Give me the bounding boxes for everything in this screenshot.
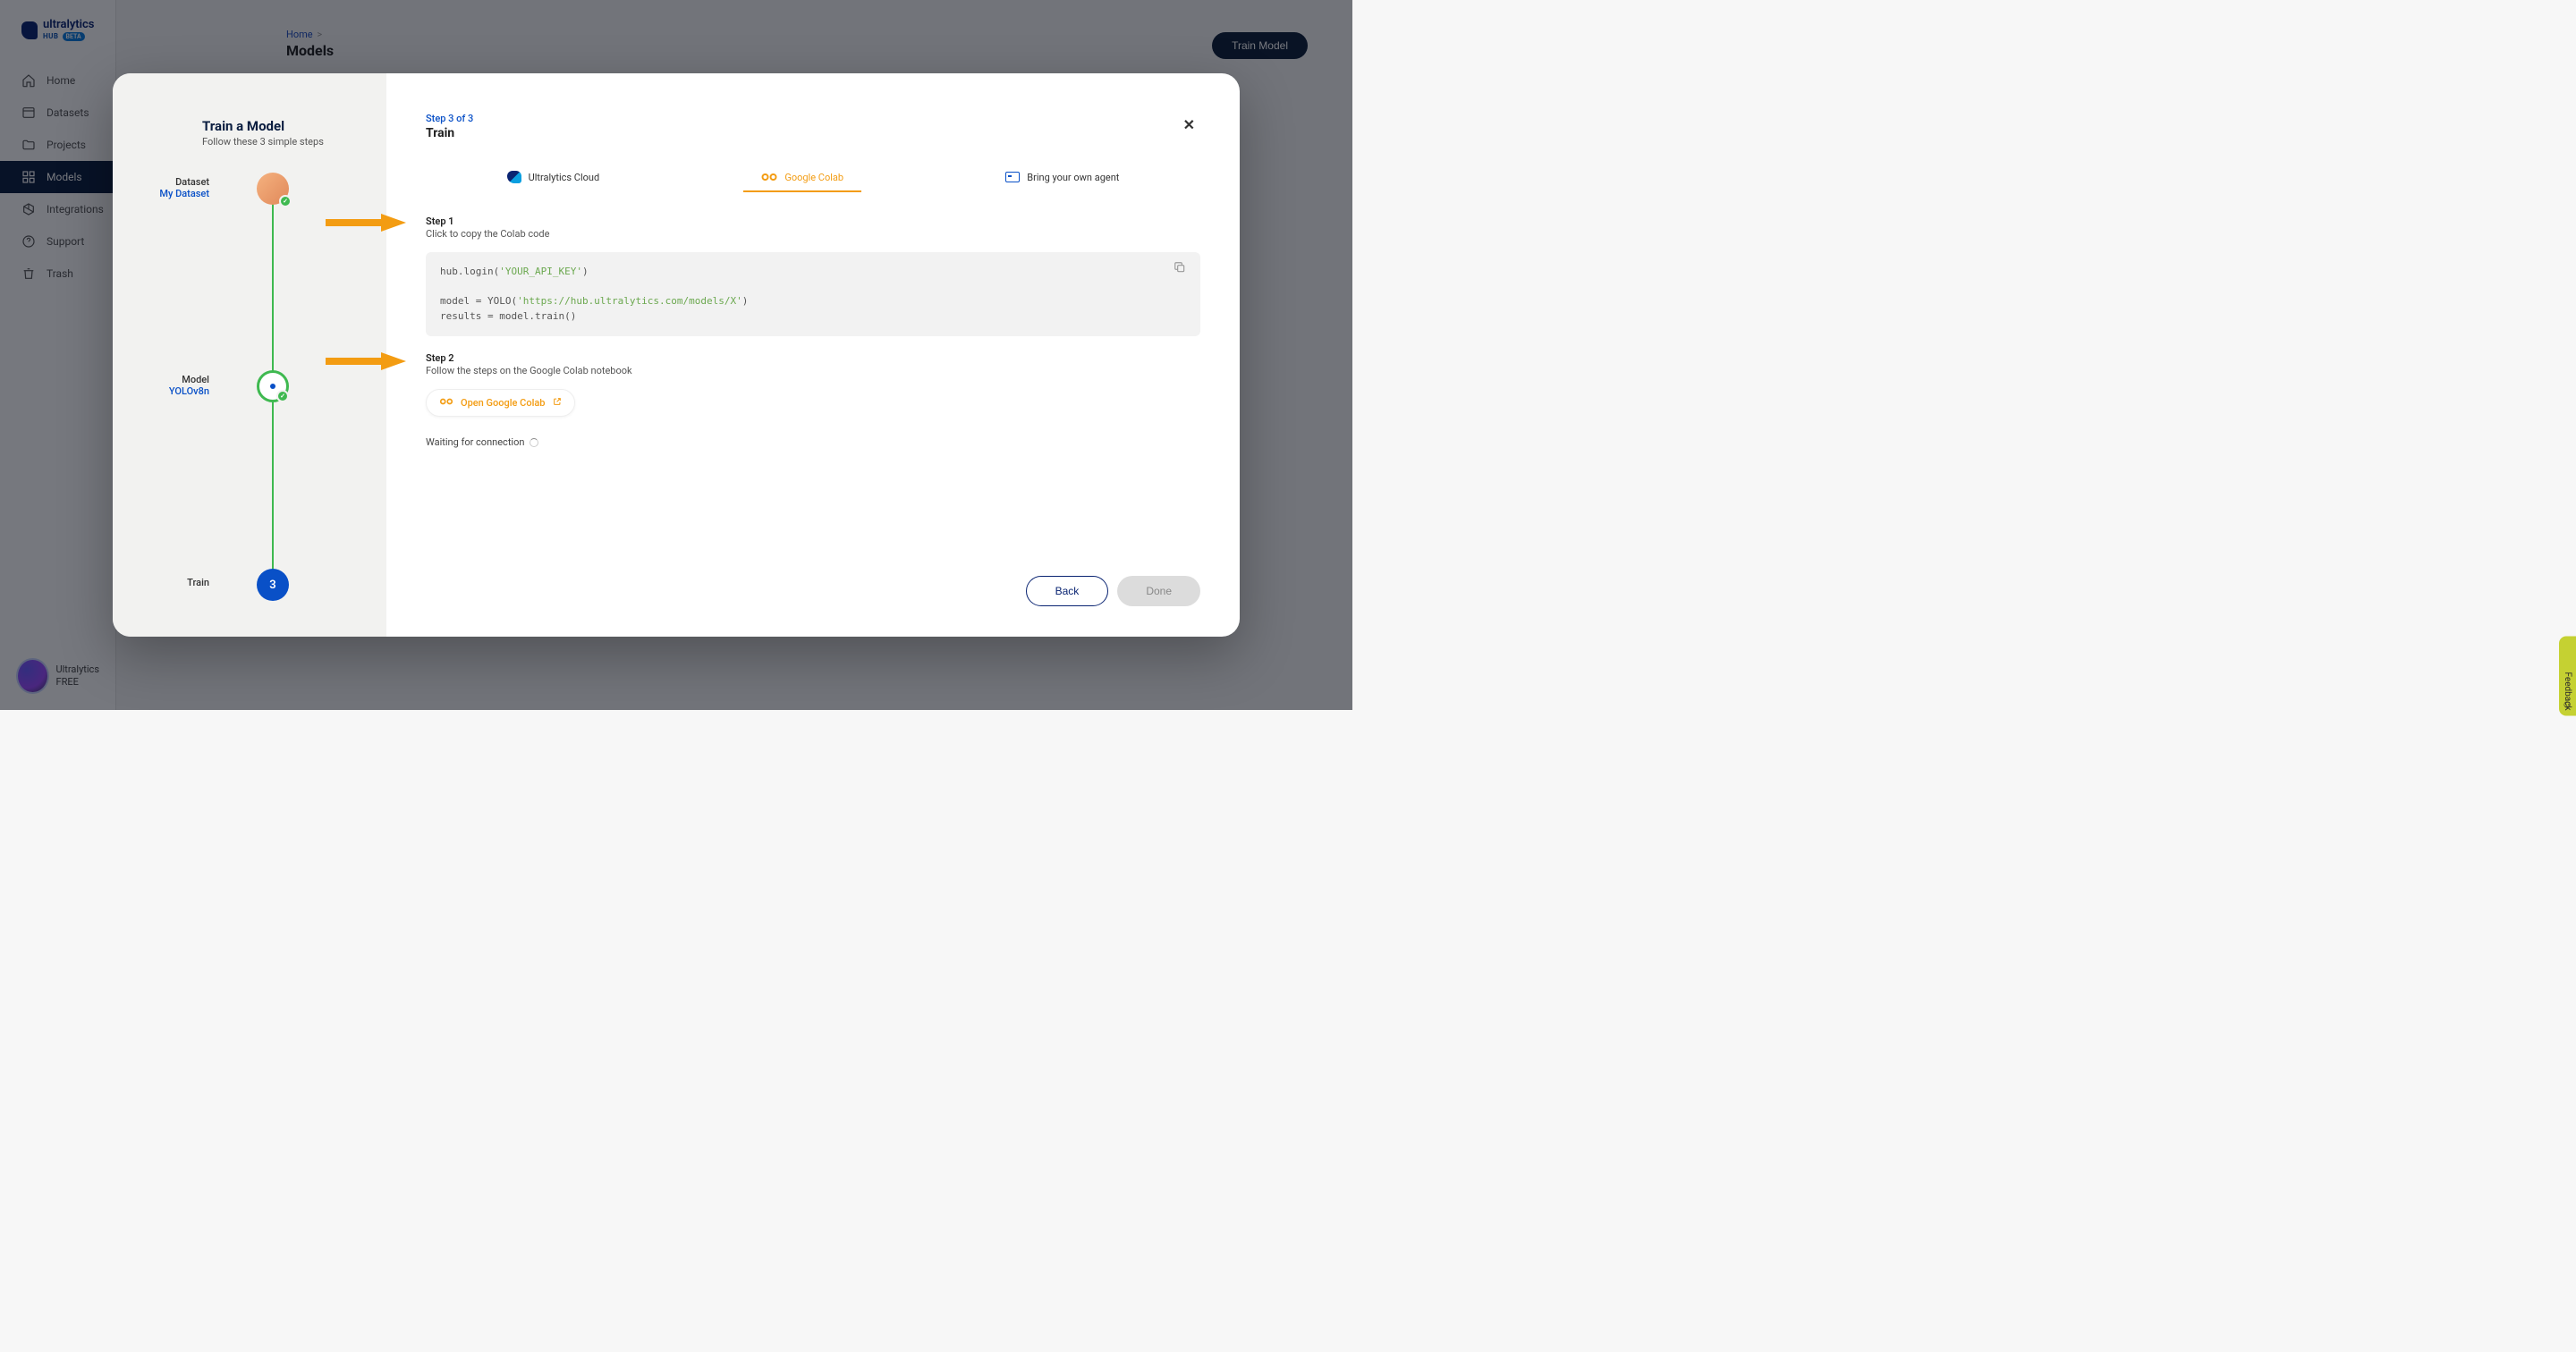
check-icon [276, 390, 289, 402]
step1-label: Step 1 [426, 215, 1200, 227]
check-icon [279, 195, 292, 207]
copy-icon [1174, 261, 1186, 274]
tab-label: Google Colab [784, 172, 843, 183]
modal-overlay: Train a Model Follow these 3 simple step… [0, 0, 1352, 710]
google-colab-icon [761, 172, 777, 182]
step2-block: Step 2 Follow the steps on the Google Co… [426, 352, 1200, 448]
open-google-colab-button[interactable]: Open Google Colab [426, 389, 575, 417]
open-colab-label: Open Google Colab [461, 397, 546, 409]
train-model-modal: Train a Model Follow these 3 simple step… [113, 73, 1240, 637]
arrow-annotation-icon [326, 352, 406, 370]
timeline-dataset-label: Dataset [159, 176, 209, 188]
modal-content: Step 3 of 3 Train ✕ Ultralytics Cloud Go… [386, 73, 1240, 637]
code-snippet[interactable]: hub.login('YOUR_API_KEY') model = YOLO('… [426, 252, 1200, 336]
train-tabs: Ultralytics Cloud Google Colab Bring you… [426, 164, 1200, 192]
train-step-title: Train [426, 126, 1200, 140]
tab-own-agent[interactable]: Bring your own agent [987, 164, 1137, 192]
external-link-icon [553, 397, 562, 409]
close-button[interactable]: ✕ [1183, 116, 1195, 134]
modal-title: Train a Model [132, 118, 370, 134]
arrow-annotation-icon [326, 214, 406, 232]
waiting-status: Waiting for connection [426, 436, 1200, 448]
timeline-train-number: 3 [269, 579, 275, 592]
google-colab-icon [439, 397, 453, 409]
tab-label: Bring your own agent [1027, 172, 1119, 183]
timeline-model-name[interactable]: YOLOv8n [169, 385, 209, 397]
close-icon: ✕ [1183, 118, 1195, 133]
tab-google-colab[interactable]: Google Colab [743, 164, 861, 192]
timeline-dataset-name[interactable]: My Dataset [159, 188, 209, 199]
step2-label: Step 2 [426, 352, 1200, 364]
timeline-train-label: Train [187, 577, 209, 588]
agent-icon [1005, 172, 1020, 182]
step-indicator: Step 3 of 3 [426, 113, 1200, 124]
step1-desc: Click to copy the Colab code [426, 228, 1200, 240]
timeline-train-node[interactable]: 3 [257, 569, 289, 601]
step2-desc: Follow the steps on the Google Colab not… [426, 365, 1200, 376]
tab-label: Ultralytics Cloud [529, 172, 600, 183]
timeline-dataset-node[interactable] [257, 173, 289, 205]
step1-block: Step 1 Click to copy the Colab code hub.… [426, 215, 1200, 336]
copy-code-button[interactable] [1174, 261, 1190, 277]
tab-ultralytics-cloud[interactable]: Ultralytics Cloud [489, 164, 618, 192]
modal-subtitle: Follow these 3 simple steps [132, 136, 370, 148]
done-button: Done [1117, 576, 1200, 606]
timeline-model-node[interactable] [257, 370, 289, 402]
feedback-tab[interactable]: Feedback [2559, 636, 2576, 715]
spinner-icon [530, 438, 538, 447]
modal-footer: Back Done [1026, 576, 1200, 606]
ultralytics-cloud-icon [507, 171, 521, 183]
feedback-label: Feedback [2563, 672, 2572, 710]
progress-timeline: Dataset My Dataset Model YOLOv8n [132, 173, 370, 593]
timeline-model-label: Model [169, 374, 209, 385]
back-button[interactable]: Back [1026, 576, 1109, 606]
